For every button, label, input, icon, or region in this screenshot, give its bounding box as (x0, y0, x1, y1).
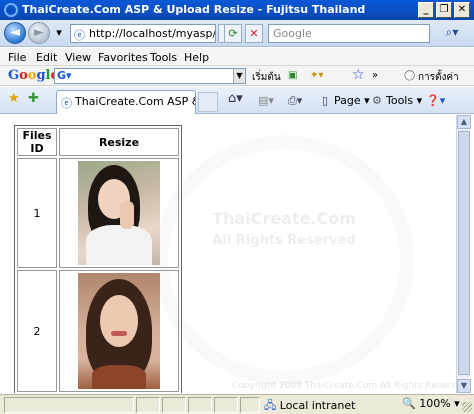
menu-help[interactable]: Help (184, 51, 209, 64)
tools-gear-icon: ⚙ (372, 94, 382, 107)
google-search-input[interactable]: G▾ ▼ (54, 68, 246, 84)
table-row: 2 (17, 270, 179, 392)
help-icon[interactable]: ❓▾ (426, 94, 445, 107)
zone-label: Local intranet (279, 399, 356, 412)
status-bar: 🖧 Local intranet 🔍 100% ▾ (0, 394, 474, 414)
home-icon[interactable]: ⌂▾ (228, 91, 243, 106)
menu-favorites[interactable]: Favorites (98, 51, 148, 64)
security-zone[interactable]: 🖧 Local intranet (264, 397, 355, 414)
file-id-cell: 1 (17, 158, 57, 268)
address-toolbar: ◄ ► ▾ ⓔ http://localhost/myasp/AspL ▾ ⟳ … (0, 20, 474, 47)
image-icon[interactable]: ▣ (288, 70, 297, 81)
status-panel (188, 397, 212, 413)
menu-view[interactable]: View (65, 51, 91, 64)
search-icon[interactable]: ⌕▾ (436, 24, 468, 43)
add-favorites-icon[interactable]: ✚ (28, 91, 39, 106)
zoom-label: 100% (419, 397, 451, 410)
address-url: http://localhost/myasp/AspL (89, 27, 216, 40)
page-menu-label: Page (334, 94, 361, 107)
thumbnail-image-1 (78, 161, 160, 265)
search-input[interactable]: Google (268, 24, 430, 43)
stop-icon[interactable]: ✕ (245, 24, 263, 43)
feeds-icon[interactable]: ▤▾ (258, 94, 274, 107)
window-title: ThaiCreate.Com ASP & Upload Resize - Fuj… (22, 3, 366, 16)
status-panel (162, 397, 186, 413)
file-id-cell: 2 (17, 270, 57, 392)
menu-edit[interactable]: Edit (36, 51, 57, 64)
history-dropdown[interactable]: ▾ (50, 24, 68, 43)
scroll-up-icon[interactable]: ▲ (457, 115, 471, 129)
status-panel (136, 397, 160, 413)
watermark-seal: ThaiCreate.Com All Rights Reserved (154, 135, 414, 385)
status-panel (214, 397, 238, 413)
tab-favicon-icon: ⓔ (61, 97, 72, 110)
favorites-star-icon[interactable]: ★ (8, 91, 20, 106)
page-icon: ▯ (322, 94, 329, 107)
tools-menu-label: Tools (386, 94, 414, 107)
resize-cell (59, 270, 179, 392)
address-input[interactable]: ⓔ http://localhost/myasp/AspL (70, 24, 216, 43)
resize-cell (59, 158, 179, 268)
more-chevron-icon[interactable]: » (372, 70, 378, 81)
google-search-button[interactable]: เริ่มต้น (252, 70, 281, 85)
watermark-line2: All Rights Reserved (212, 233, 356, 248)
resize-grip-icon[interactable] (462, 402, 472, 412)
header-resize: Resize (59, 128, 179, 156)
back-button[interactable]: ◄ (4, 22, 26, 44)
google-dropdown-icon[interactable]: ▼ (233, 69, 245, 83)
puzzle-icon[interactable]: ✦▾ (310, 70, 323, 81)
google-g-icon: G▾ (57, 69, 72, 82)
menu-tools[interactable]: Tools (150, 51, 177, 64)
table-row: 1 (17, 158, 179, 268)
google-toolbar: Google G▾ ▼ เริ่มต้น ▣ ✦▾ ☆ » ◯ การตั้งค… (0, 66, 474, 86)
tab-bar: ★ ✚ ⓔ ThaiCreate.Com ASP & Up... ⌂▾ ▤▾ ⎙… (0, 87, 474, 114)
zoom-control[interactable]: 🔍 100% ▾ (402, 397, 460, 410)
menu-file[interactable]: File (8, 51, 26, 64)
tab-current[interactable]: ⓔ ThaiCreate.Com ASP & Up... (56, 90, 196, 114)
minimize-button[interactable]: _ (418, 2, 434, 18)
header-files-id: Files ID (17, 128, 57, 156)
page-menu-button[interactable]: Page ▾ (334, 94, 370, 107)
page-content: ThaiCreate.Com All Rights Reserved Copyr… (4, 115, 456, 393)
vertical-scrollbar[interactable]: ▲ ▼ (456, 115, 471, 393)
forward-button[interactable]: ► (28, 22, 50, 44)
google-logo: Google (8, 68, 59, 83)
close-button[interactable]: ✕ (454, 2, 470, 18)
watermark-line1: ThaiCreate.Com (212, 209, 356, 228)
status-panel (240, 397, 260, 413)
ie-logo-icon (4, 3, 18, 17)
title-bar: ThaiCreate.Com ASP & Upload Resize - Fuj… (0, 0, 474, 20)
zoom-icon: 🔍 (402, 397, 416, 410)
table-header-row: Files ID Resize (17, 128, 179, 156)
star-icon[interactable]: ☆ (352, 67, 365, 83)
files-table: Files ID Resize 1 2 (14, 125, 182, 393)
tools-menu-button[interactable]: Tools ▾ (386, 94, 422, 107)
thumbnail-image-2 (78, 273, 160, 389)
tab-title: ThaiCreate.Com ASP & Up... (75, 95, 195, 108)
scroll-down-icon[interactable]: ▼ (457, 379, 471, 393)
print-icon[interactable]: ⎙▾ (288, 94, 302, 108)
menu-bar: File Edit View Favorites Tools Help (0, 48, 474, 66)
options-radio-icon[interactable]: ◯ (404, 70, 415, 81)
restore-button[interactable]: ❐ (436, 2, 452, 18)
intranet-globe-icon: 🖧 (264, 399, 277, 412)
new-tab-button[interactable] (198, 92, 218, 112)
refresh-icon[interactable]: ⟳ (224, 24, 242, 43)
copyright-text: Copyright 2009 ThaiCreate.Com All Rights… (232, 381, 456, 391)
page-favicon-icon: ⓔ (74, 29, 85, 42)
status-text-panel (4, 397, 134, 413)
google-options-button[interactable]: การตั้งค่า (418, 70, 459, 85)
scroll-thumb[interactable] (458, 131, 470, 375)
